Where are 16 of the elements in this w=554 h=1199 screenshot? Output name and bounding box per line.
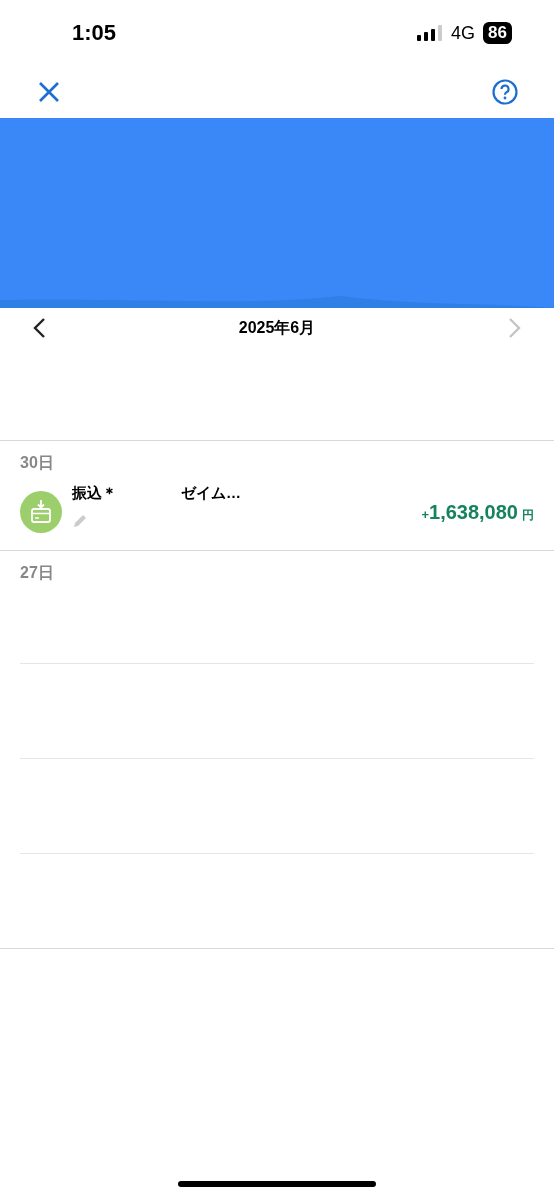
day-header: 30日 [20, 453, 55, 473]
transaction-amount: 1,638,080 [429, 500, 518, 524]
status-time: 1:05 [72, 20, 117, 46]
close-icon[interactable] [38, 81, 60, 103]
previous-month-icon[interactable] [32, 317, 46, 339]
help-icon[interactable] [492, 79, 518, 105]
network-label: 4G [451, 22, 476, 44]
signal-icon [417, 25, 444, 41]
month-title: 2025年6月 [238, 317, 316, 338]
transaction-name: 振込＊ [72, 484, 117, 503]
battery-indicator: 86 [483, 22, 512, 44]
payee-name: ゼイム… [181, 484, 241, 503]
day-header: 27日 [20, 563, 55, 583]
currency-label: 円 [522, 506, 534, 524]
card-deposit-icon [20, 491, 62, 533]
amount-sign: + [421, 506, 429, 522]
